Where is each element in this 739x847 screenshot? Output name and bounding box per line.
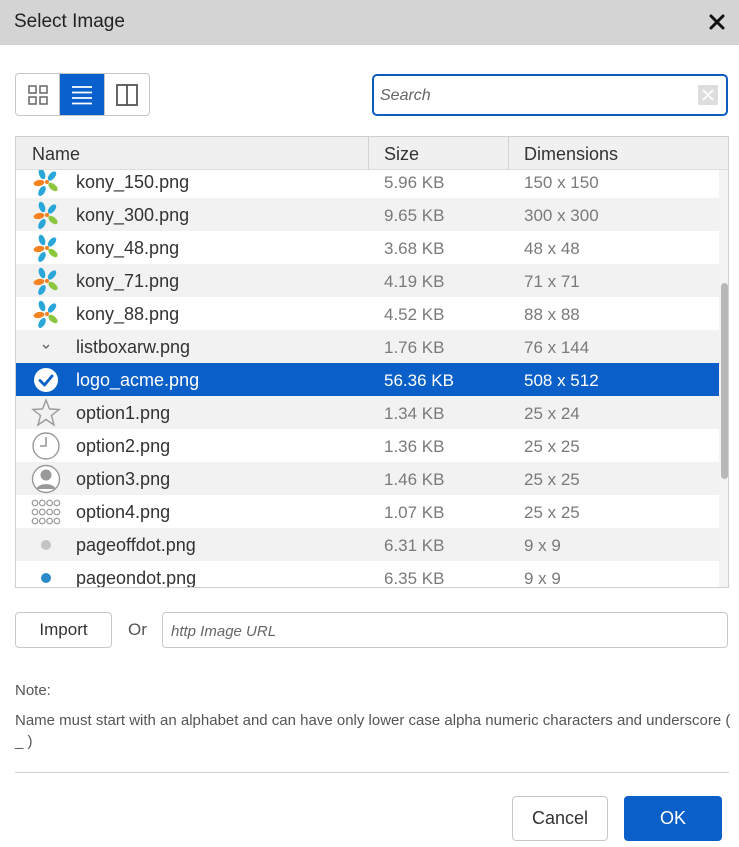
file-name-cell: option3.png [76, 469, 171, 489]
column-divider [368, 137, 369, 170]
star-icon [30, 397, 62, 429]
check-circle-icon [30, 364, 62, 396]
file-name-cell: listboxarw.png [76, 337, 191, 357]
table-row[interactable]: kony_71.png 4.19 KB 71 x 71 [16, 264, 719, 297]
table-row[interactable]: option1.png 1.34 KB 25 x 24 [16, 396, 719, 429]
dimensions-cell: 9 x 9 [524, 569, 561, 588]
file-size-cell: 9.65 KB [384, 206, 445, 225]
file-name-cell: kony_150.png [76, 172, 190, 192]
file-size-cell: 4.19 KB [384, 272, 445, 291]
column-header-name[interactable]: Name [32, 137, 80, 170]
image-url-box [162, 612, 728, 648]
file-size-cell: 1.34 KB [384, 404, 445, 423]
person-icon [30, 463, 62, 495]
table-row[interactable]: option3.png 1.46 KB 25 x 25 [16, 462, 719, 495]
table-row[interactable]: listboxarw.png 1.76 KB 76 x 144 [16, 330, 719, 363]
table-row[interactable]: option4.png 1.07 KB 25 x 25 [16, 495, 719, 528]
kony-logo-icon [30, 199, 62, 231]
file-name-cell: option2.png [76, 436, 171, 456]
dimensions-cell: 71 x 71 [524, 272, 580, 291]
file-size-cell: 1.07 KB [384, 503, 445, 522]
grid-view-button[interactable] [16, 74, 61, 115]
file-size-cell: 6.35 KB [384, 569, 445, 588]
table-row[interactable]: logo_acme.png 56.36 KB 508 x 512 [16, 363, 719, 396]
image-list: kony_150.png 5.96 KB 150 x 150 kony_300.png… [16, 165, 719, 588]
file-size-cell: 56.36 KB [384, 371, 454, 390]
gray-dot-icon [30, 529, 62, 561]
dimensions-cell: 300 x 300 [524, 206, 599, 225]
dialog-title: Select Image [14, 11, 125, 32]
dimensions-cell: 9 x 9 [524, 536, 561, 555]
column-header-size[interactable]: Size [384, 137, 419, 170]
kony-logo-icon [30, 232, 62, 264]
image-url-input[interactable] [171, 621, 711, 641]
table-row[interactable]: pageondot.png 6.35 KB 9 x 9 [16, 561, 719, 588]
file-name-cell: option1.png [76, 403, 171, 423]
table-row[interactable]: kony_88.png 4.52 KB 88 x 88 [16, 297, 719, 330]
blue-dot-icon [30, 562, 62, 587]
file-name-cell: logo_acme.png [76, 370, 200, 390]
dimensions-cell: 150 x 150 [524, 173, 599, 192]
dimensions-cell: 25 x 25 [524, 437, 580, 456]
table-row[interactable]: pageoffdot.png 6.31 KB 9 x 9 [16, 528, 719, 561]
file-name-cell: pageoffdot.png [76, 535, 196, 555]
file-name-cell: option4.png [76, 502, 171, 522]
kony-logo-icon [30, 265, 62, 297]
split-view-icon [115, 83, 138, 106]
column-header-dimensions[interactable]: Dimensions [524, 137, 618, 170]
file-name-cell: pageondot.png [76, 568, 197, 588]
file-size-cell: 5.96 KB [384, 173, 445, 192]
file-size-cell: 1.36 KB [384, 437, 445, 456]
file-size-cell: 1.76 KB [384, 338, 445, 357]
list-view-button[interactable] [60, 74, 105, 115]
chevron-down-icon [30, 331, 62, 363]
dimensions-cell: 88 x 88 [524, 305, 580, 324]
dimensions-cell: 508 x 512 [524, 371, 599, 390]
table-row[interactable]: kony_48.png 3.68 KB 48 x 48 [16, 231, 719, 264]
file-name-cell: kony_300.png [76, 205, 190, 225]
keypad-icon [30, 496, 62, 528]
or-label: Or [128, 620, 147, 639]
file-size-cell: 3.68 KB [384, 239, 445, 258]
table-row[interactable]: kony_300.png 9.65 KB 300 x 300 [16, 198, 719, 231]
import-button[interactable]: Import [15, 612, 112, 648]
column-divider [508, 137, 509, 170]
dimensions-cell: 76 x 144 [524, 338, 590, 357]
scrollbar[interactable] [719, 170, 728, 587]
dimensions-cell: 25 x 24 [524, 404, 580, 423]
table-row[interactable]: option2.png 1.36 KB 25 x 25 [16, 429, 719, 462]
clock-icon [30, 430, 62, 462]
file-size-cell: 1.46 KB [384, 470, 445, 489]
kony-logo-icon [30, 166, 62, 198]
ok-button[interactable]: OK [624, 796, 722, 841]
image-table: kony_150.png 5.96 KB 150 x 150 kony_300.png… [15, 136, 729, 588]
grid-view-icon [27, 84, 48, 105]
file-name-cell: kony_71.png [76, 271, 180, 291]
file-name-cell: kony_88.png [76, 304, 180, 324]
kony-logo-icon [30, 298, 62, 330]
clear-icon[interactable] [698, 85, 718, 105]
view-mode-toggle [15, 73, 150, 116]
search-box [372, 74, 728, 116]
cancel-button[interactable]: Cancel [512, 796, 608, 841]
note-text: Name must start with an alphabet and can… [15, 712, 731, 750]
split-view-button[interactable] [105, 74, 149, 115]
file-size-cell: 4.52 KB [384, 305, 445, 324]
dimensions-cell: 48 x 48 [524, 239, 580, 258]
dimensions-cell: 25 x 25 [524, 470, 580, 489]
note-label: Note: [15, 682, 51, 699]
file-name-cell: kony_48.png [76, 238, 180, 258]
file-size-cell: 6.31 KB [384, 536, 445, 555]
search-input[interactable] [380, 85, 690, 107]
footer-divider [15, 772, 729, 773]
list-view-icon [72, 85, 93, 104]
scrollbar-thumb[interactable] [721, 283, 728, 479]
dialog-titlebar: Select Image [0, 0, 739, 45]
close-icon[interactable] [703, 8, 731, 36]
dimensions-cell: 25 x 25 [524, 503, 580, 522]
table-header: Name Size Dimensions [16, 137, 728, 170]
